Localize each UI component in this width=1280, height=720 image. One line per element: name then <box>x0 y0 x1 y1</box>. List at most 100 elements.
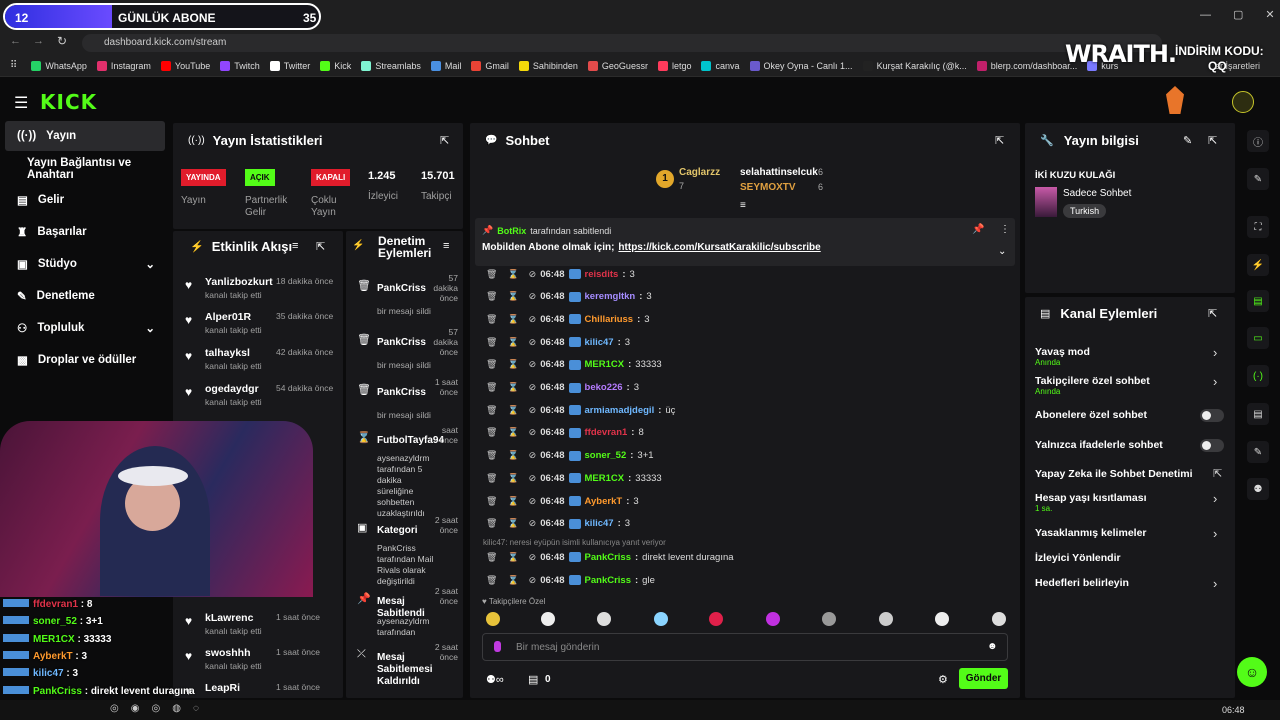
mod-actor[interactable]: PankCriss <box>377 387 432 399</box>
feed-username[interactable]: ogedaydgr <box>205 383 259 395</box>
chat-username[interactable]: MER1CX <box>585 359 625 370</box>
chat-username[interactable]: PankCriss <box>585 575 631 586</box>
close-icon[interactable]: ✕ <box>1265 8 1274 21</box>
community-icon[interactable]: ⚉ <box>1247 478 1269 500</box>
chat-username[interactable]: ffdevran1 <box>585 427 628 438</box>
popout-icon[interactable]: ⇱ <box>1208 134 1217 147</box>
delete-icon[interactable]: 🗑 <box>486 575 497 586</box>
bookmark-item[interactable]: GeoGuessr <box>587 60 648 71</box>
ban-icon[interactable]: ⊘ <box>529 337 537 348</box>
forward-icon[interactable]: → <box>33 35 44 47</box>
sidebar-item-topluluk[interactable]: ⚇ Topluluk ⌄ <box>5 313 165 343</box>
bookmark-item[interactable]: Kick <box>320 60 351 71</box>
mod-actor[interactable]: Kategori <box>377 525 432 537</box>
timeout-icon[interactable]: ⌛ <box>507 382 518 393</box>
bookmark-item[interactable]: Twitter <box>269 60 310 71</box>
chevron-right-icon[interactable]: › <box>1213 576 1217 591</box>
ban-icon[interactable]: ⊘ <box>529 405 537 416</box>
ban-icon[interactable]: ⊘ <box>529 473 537 484</box>
emote-icon[interactable] <box>541 612 555 626</box>
feed-username[interactable]: Alper01R <box>205 311 251 323</box>
expand-icon[interactable]: ⛶ <box>1247 216 1269 238</box>
edit-icon[interactable]: ✎ <box>1247 168 1269 190</box>
chat-username[interactable]: soner_52 <box>585 450 627 461</box>
send-button[interactable]: Gönder <box>959 668 1008 689</box>
delete-icon[interactable]: 🗑 <box>486 427 497 438</box>
delete-icon[interactable]: 🗑 <box>486 450 497 461</box>
mod-actor[interactable]: FutbolTayfa94 <box>377 435 444 447</box>
chevron-right-icon[interactable]: › <box>1213 491 1217 506</box>
channel-action-label[interactable]: Yasaklanmış kelimeler <box>1035 527 1225 539</box>
top-gifter-name[interactable]: SEYMOXTV <box>740 182 796 193</box>
settings-icon[interactable]: ⚙ <box>938 673 948 686</box>
bookmark-item[interactable]: Kurşat Karakılıç (@k... <box>862 60 967 71</box>
obs-icon[interactable]: ◌ <box>193 703 199 714</box>
emote-icon[interactable] <box>486 612 500 626</box>
ban-icon[interactable]: ⊘ <box>529 518 537 529</box>
top-gifter-name[interactable]: selahattinselcuk <box>740 167 818 178</box>
chevron-right-icon[interactable]: › <box>1213 374 1217 389</box>
url-field[interactable]: dashboard.kick.com/stream <box>82 34 1162 52</box>
emote-icon[interactable] <box>597 612 611 626</box>
delete-icon[interactable]: 🗑 <box>486 337 497 348</box>
bookmark-item[interactable]: canva <box>701 60 740 71</box>
emote-icon[interactable] <box>935 612 949 626</box>
chat-message[interactable]: 🗑 ⌛ ⊘ 06:48 armiamadjdegil: üç <box>486 403 675 417</box>
category-name[interactable]: Sadece Sohbet <box>1063 188 1131 199</box>
chrome-icon[interactable]: ◉ <box>131 703 140 714</box>
edit-icon[interactable]: ✎ <box>1183 134 1192 147</box>
mod-actor[interactable]: PankCriss <box>377 283 432 295</box>
whatsapp-icon[interactable]: ◎ <box>110 703 119 714</box>
chat-username[interactable]: beko226 <box>585 382 623 393</box>
bookmark-item[interactable]: WhatsApp <box>31 60 87 71</box>
avatar[interactable] <box>1232 91 1254 113</box>
store-icon[interactable]: ▤ <box>528 673 538 686</box>
mod-actor[interactable]: Mesaj Sabitlemesi Kaldırıldı <box>377 652 433 688</box>
chevron-right-icon[interactable]: › <box>1213 345 1217 360</box>
apps-icon[interactable]: ⠿ <box>10 60 17 71</box>
chat-icon[interactable]: ▭ <box>1247 327 1269 349</box>
ban-icon[interactable]: ⊘ <box>529 269 537 280</box>
sidebar-item-studyo[interactable]: ▣ Stüdyo ⌄ <box>5 249 165 279</box>
support-icon[interactable]: ☺ <box>1237 657 1267 687</box>
bookmark-item[interactable]: Gmail <box>471 60 509 71</box>
timeout-icon[interactable]: ⌛ <box>507 337 518 348</box>
channel-action-label[interactable]: Abonelere özel sohbet <box>1035 409 1225 421</box>
feed-username[interactable]: Yanlizbozkurt <box>205 276 273 288</box>
filter-icon[interactable]: ≡ <box>443 240 449 252</box>
timeout-icon[interactable]: ⌛ <box>507 269 518 280</box>
ban-icon[interactable]: ⊘ <box>529 496 537 507</box>
delete-icon[interactable]: 🗑 <box>486 496 497 507</box>
emoji-icon[interactable]: ☻ <box>987 641 998 652</box>
ban-icon[interactable]: ⊘ <box>529 382 537 393</box>
chat-username[interactable]: Chillariuss <box>585 314 634 325</box>
tag-chip[interactable]: Turkish <box>1063 204 1107 218</box>
chat-message[interactable]: 🗑 ⌛ ⊘ 06:48 soner_52:3+1 <box>486 449 654 463</box>
wrench-icon[interactable]: ✎ <box>1247 441 1269 463</box>
ban-icon[interactable]: ⊘ <box>529 552 537 563</box>
sidebar-item-gelir[interactable]: ▤ Gelir <box>5 185 165 215</box>
info-icon[interactable]: ⓘ <box>1247 130 1269 152</box>
sidebar-item-basarilar[interactable]: ♜ Başarılar <box>5 217 165 247</box>
emote-icon[interactable] <box>992 612 1006 626</box>
points-icon[interactable]: ⚉∞ <box>486 673 504 686</box>
chat-username[interactable]: kilic47 <box>585 518 614 529</box>
delete-icon[interactable]: 🗑 <box>486 359 497 370</box>
chat-message[interactable]: 🗑 ⌛ ⊘ 06:48 MER1CX:33333 <box>486 471 662 485</box>
pinned-link[interactable]: https://kick.com/KursatKarakilic/subscri… <box>618 242 820 253</box>
delete-icon[interactable]: 🗑 <box>486 291 497 302</box>
sidebar-item-stream-key[interactable]: Yayın Bağlantısı ve Anahtarı <box>5 154 175 184</box>
maximize-icon[interactable]: ▢ <box>1233 8 1243 21</box>
bookmark-item[interactable]: YouTube <box>160 60 210 71</box>
shield-icon[interactable]: ▤ <box>1247 403 1269 425</box>
chevron-down-icon[interactable]: ⌄ <box>998 246 1006 257</box>
delete-icon[interactable]: 🗑 <box>486 405 497 416</box>
mic-icon[interactable] <box>494 641 501 652</box>
ban-icon[interactable]: ⊘ <box>529 314 537 325</box>
toggle-switch[interactable] <box>1200 409 1224 422</box>
timeout-icon[interactable]: ⌛ <box>507 473 518 484</box>
emote-icon[interactable] <box>879 612 893 626</box>
timeout-icon[interactable]: ⌛ <box>507 359 518 370</box>
delete-icon[interactable]: 🗑 <box>486 552 497 563</box>
discord-icon[interactable]: ◍ <box>172 703 181 714</box>
